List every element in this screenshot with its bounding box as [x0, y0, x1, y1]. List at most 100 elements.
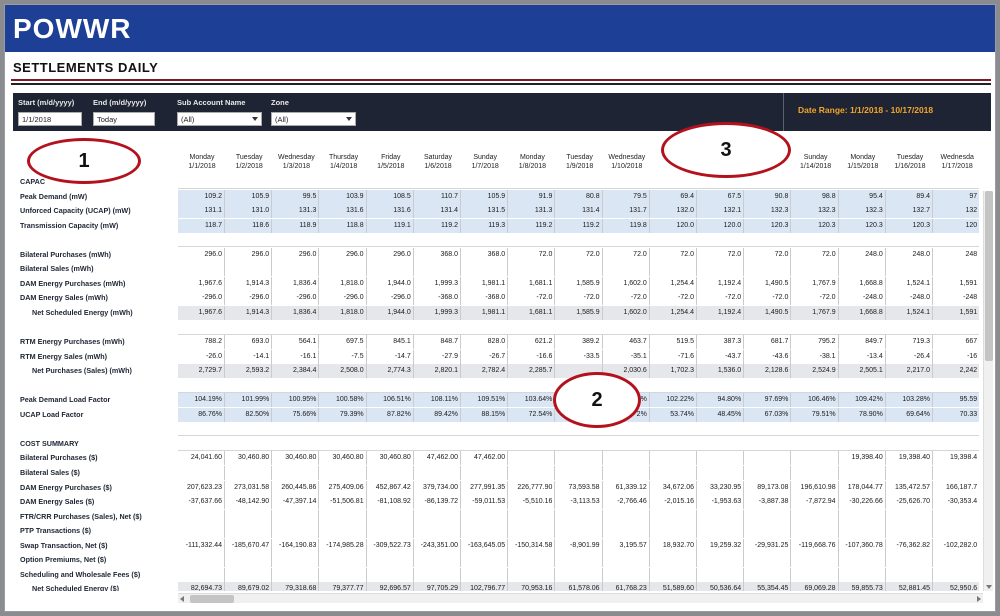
table-cell — [556, 451, 603, 466]
table-cell: 69,069.28 — [792, 582, 839, 591]
table-cell: 2,782.4 — [461, 364, 509, 379]
column-header-date: 1/14/2018 — [800, 163, 832, 170]
table-cell: 1,668.8 — [839, 276, 886, 291]
table-cell: -164,190.83 — [272, 538, 320, 553]
column-header-date: 1/6/2018 — [424, 163, 452, 170]
date-range-text: Date Range: 1/1/2018 - 10/17/2018 — [798, 105, 934, 115]
horizontal-scroll-thumb[interactable] — [190, 595, 234, 603]
table-cell: -71.6 — [650, 349, 697, 364]
column-header-date: 1/3/2018 — [282, 163, 311, 170]
column-header-date: 1/17/2018 — [941, 163, 973, 170]
data-columns: Monday 1/1/2018 Tuesday 1/2/2018 Wednesday 1/… — [178, 135, 979, 591]
table-row: 24,041.60 30,460.80 30,460.80 30,460.80 30,4… — [178, 451, 979, 466]
table-cell: 79,318.68 — [272, 582, 320, 591]
table-cell: 132.3 — [792, 204, 839, 219]
table-cell: 1,681.1 — [508, 305, 556, 320]
table-cell: 1,967.6 — [178, 305, 225, 320]
table-cell: 131.4 — [414, 204, 461, 219]
table-cell — [744, 466, 792, 480]
table-cell: -16.1 — [272, 349, 320, 364]
table-cell: 52,950.6 — [933, 582, 979, 591]
row-label: RTM Energy Purchases (mWh) — [20, 337, 125, 347]
end-date-input[interactable]: Today — [93, 112, 155, 126]
table-cell: -7.5 — [320, 349, 367, 364]
table-cell: 99.5 — [272, 189, 320, 204]
table-cell: 19,398.4 — [933, 451, 979, 465]
table-cell: 91.9 — [508, 189, 556, 204]
table-cell — [744, 553, 792, 568]
scroll-right-arrow-icon[interactable] — [977, 596, 981, 602]
table-cell — [178, 524, 225, 539]
table-cell — [414, 524, 461, 539]
table-cell: 72.0 — [697, 247, 745, 262]
table-cell: 1,602.0 — [603, 276, 650, 291]
table-cell — [225, 567, 273, 582]
table-cell: 47,462.00 — [461, 451, 509, 466]
table-cell: 2,774.3 — [367, 364, 414, 379]
table-cell — [508, 509, 556, 524]
table-cell: 132.7 — [886, 204, 933, 219]
table-cell: -72.0 — [508, 291, 556, 306]
vertical-scroll-thumb[interactable] — [985, 191, 993, 361]
chevron-down-icon — [346, 117, 352, 121]
table-cell: 106.46% — [792, 393, 839, 408]
table-cell: -1,953.63 — [697, 495, 745, 510]
table-cell — [178, 567, 225, 582]
table-cell: -72.0 — [556, 291, 603, 306]
table-cell: 2,505.1 — [839, 364, 886, 379]
table-cell — [792, 567, 839, 582]
table-cell — [461, 509, 509, 524]
table-cell — [461, 524, 509, 539]
table-cell — [792, 262, 839, 277]
table-cell: 387.3 — [697, 335, 745, 350]
table-cell — [225, 262, 273, 277]
table-cell — [744, 509, 792, 524]
table-cell: 131.3 — [508, 204, 556, 219]
table-cell: 296.0 — [225, 247, 273, 262]
table-cell: 131.6 — [320, 204, 367, 219]
row-label: UCAP Load Factor — [20, 409, 84, 419]
table-cell: 277,991.35 — [461, 480, 509, 495]
column-header-day: Wednesda — [940, 154, 974, 161]
annotation-callout-3: 3 — [661, 122, 791, 178]
annotation-callout-1: 1 — [27, 138, 141, 184]
table-cell: 100.95% — [272, 393, 320, 408]
horizontal-scrollbar[interactable] — [178, 593, 983, 603]
table-cell: 79.39% — [320, 407, 367, 422]
table-cell: 1,585.9 — [556, 305, 603, 320]
table-cell: -248.0 — [839, 291, 886, 306]
table-cell — [697, 509, 745, 524]
table-cell: 1,591 — [933, 277, 979, 291]
title-divider — [11, 79, 991, 81]
table-cell — [697, 262, 745, 277]
table-cell: 98.8 — [792, 189, 839, 204]
table-cell — [556, 524, 603, 539]
table-cell: 19,259.32 — [697, 538, 745, 553]
table-row — [178, 567, 979, 582]
vertical-scrollbar[interactable] — [983, 191, 993, 591]
column-header: Sunday 1/14/2018 — [792, 153, 840, 171]
scroll-down-arrow-icon[interactable] — [986, 585, 992, 589]
table-cell: 119.2 — [414, 218, 461, 233]
scroll-left-arrow-icon[interactable] — [180, 596, 184, 602]
table-cell: 132 — [933, 204, 979, 218]
start-date-input[interactable]: 1/1/2018 — [18, 112, 82, 126]
table-cell: 101.99% — [225, 393, 273, 408]
table-cell: -243,351.00 — [414, 538, 461, 553]
table-cell: 80.8 — [556, 189, 603, 204]
zone-select[interactable]: (All) — [271, 112, 356, 126]
table-cell: 1,767.9 — [792, 305, 839, 320]
table-cell — [933, 466, 979, 480]
column-header-day: Wednesday — [608, 154, 646, 161]
column-header-day: Tuesday — [896, 154, 924, 161]
row-label: Net Scheduled Energy ($) — [32, 584, 120, 591]
table-cell: 95.4 — [839, 189, 886, 204]
table-cell: 132.3 — [744, 204, 792, 219]
table-cell: -47,397.14 — [272, 495, 320, 510]
table-cell: 452,867.42 — [367, 480, 414, 495]
date-range-panel: Date Range: 1/1/2018 - 10/17/2018 — [783, 93, 991, 131]
subaccount-select[interactable]: (All) — [177, 112, 262, 126]
table-cell: 78.90% — [839, 407, 886, 422]
table-cell: 1,490.5 — [744, 276, 792, 291]
column-header: Tuesday 1/2/2018 — [225, 153, 273, 171]
